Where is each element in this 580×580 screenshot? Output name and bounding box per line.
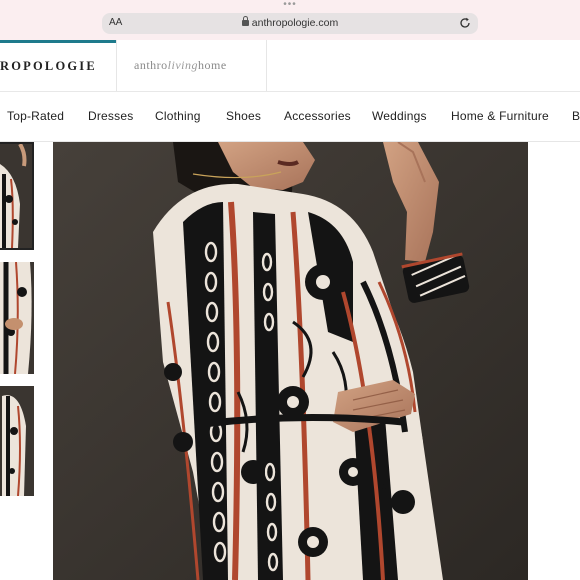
url-display[interactable]: anthropologie.com bbox=[102, 16, 478, 29]
nav-item-home-furniture[interactable]: Home & Furniture bbox=[451, 109, 549, 123]
site-header: ROPOLOGIE anthrolivinghome bbox=[0, 40, 580, 92]
nav-item-more[interactable]: B bbox=[572, 109, 580, 123]
url-text: anthropologie.com bbox=[251, 17, 339, 29]
browser-toolbar: ••• AA anthropologie.com bbox=[0, 0, 580, 40]
category-nav: Top-Rated Dresses Clothing Shoes Accesso… bbox=[0, 92, 580, 142]
gallery-thumbnail[interactable] bbox=[0, 262, 34, 374]
lock-icon bbox=[241, 16, 249, 26]
nav-item-dresses[interactable]: Dresses bbox=[88, 109, 133, 123]
gallery-thumbnail[interactable] bbox=[0, 386, 34, 496]
brand-logo[interactable]: ROPOLOGIE bbox=[0, 59, 97, 74]
product-gallery bbox=[0, 142, 580, 580]
address-bar[interactable]: AA anthropologie.com bbox=[102, 13, 478, 34]
nav-item-top-rated[interactable]: Top-Rated bbox=[7, 109, 64, 123]
header-divider bbox=[266, 40, 267, 91]
anthropologie-tab[interactable]: ROPOLOGIE bbox=[0, 40, 116, 91]
anthro-living-home-logo[interactable]: anthrolivinghome bbox=[134, 58, 227, 73]
dress-photo bbox=[53, 142, 528, 580]
nav-item-clothing[interactable]: Clothing bbox=[155, 109, 201, 123]
header-divider bbox=[116, 40, 117, 91]
nav-item-accessories[interactable]: Accessories bbox=[284, 109, 351, 123]
product-main-image[interactable] bbox=[53, 142, 528, 580]
multitask-dots-icon[interactable]: ••• bbox=[0, 0, 580, 10]
nav-item-shoes[interactable]: Shoes bbox=[226, 109, 261, 123]
nav-item-weddings[interactable]: Weddings bbox=[372, 109, 427, 123]
reload-icon[interactable] bbox=[458, 16, 472, 30]
gallery-thumbnail-selected[interactable] bbox=[0, 142, 34, 250]
